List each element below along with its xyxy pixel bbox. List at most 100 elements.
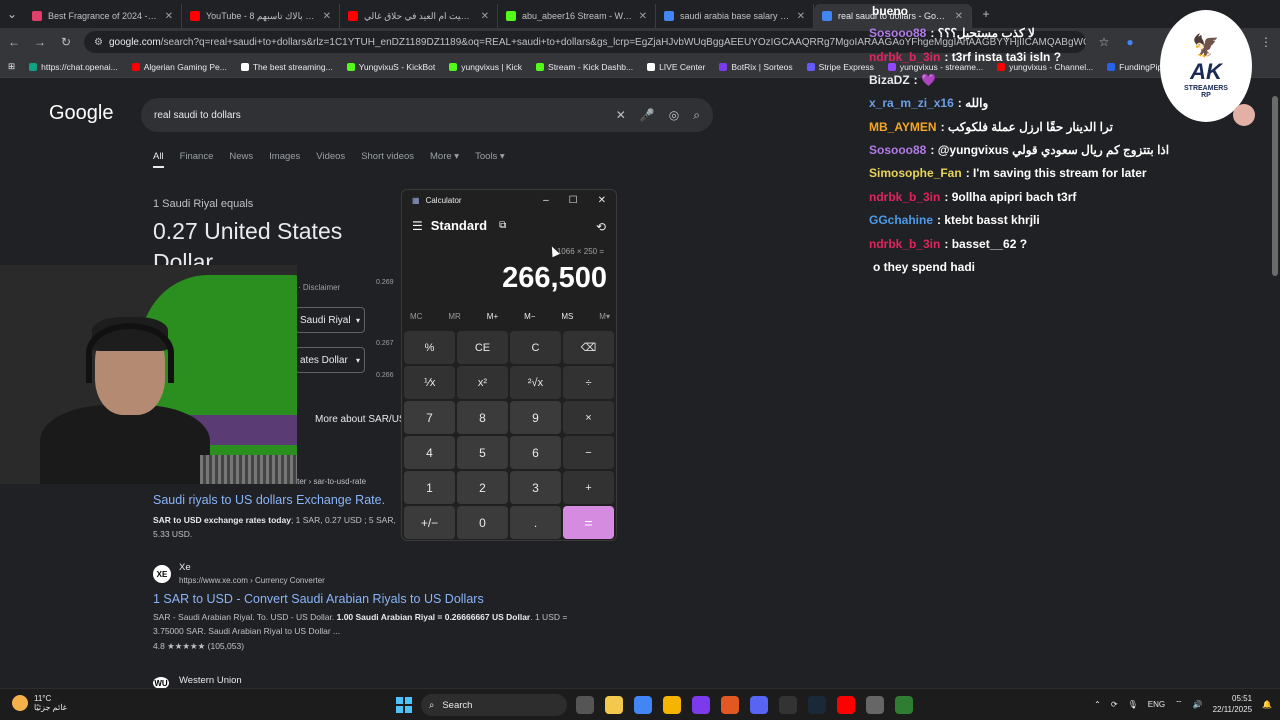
calc-key[interactable]: 8 <box>457 401 508 434</box>
chat-user[interactable]: MB_AYMEN <box>869 120 937 134</box>
youtube-icon[interactable] <box>837 696 855 714</box>
calc-key[interactable]: ÷ <box>563 366 614 399</box>
calc-key[interactable]: +/− <box>404 506 455 539</box>
search-box[interactable]: real saudi to dollars ✕ 🎤 ◎ ⌕ <box>141 98 713 132</box>
google-logo[interactable]: Google <box>49 102 114 125</box>
memory-button[interactable]: MR <box>448 312 460 321</box>
scrollbar-thumb[interactable] <box>1272 96 1278 276</box>
back-icon[interactable]: ← <box>6 35 22 49</box>
memory-button[interactable]: M− <box>524 312 535 321</box>
forward-icon[interactable]: → <box>32 35 48 49</box>
notification-icon[interactable]: 🔔 <box>1262 700 1272 709</box>
minimize-button[interactable]: – <box>543 195 549 206</box>
profile-avatar[interactable] <box>1233 104 1255 126</box>
bookmark-item[interactable]: Stream - Kick Dashb... <box>536 62 633 72</box>
bookmark-item[interactable]: Algerian Gaming Pe... <box>131 62 227 72</box>
currency-to-select[interactable]: ates Dollar ▾ <box>295 347 365 373</box>
discord-icon[interactable] <box>750 696 768 714</box>
search-tab[interactable]: Images <box>269 151 300 168</box>
clear-icon[interactable]: ✕ <box>616 108 626 122</box>
disclaimer-link[interactable]: · Disclaimer <box>298 283 340 292</box>
calc-key[interactable]: 2 <box>457 471 508 504</box>
tab-search-icon[interactable]: ⌄ <box>4 7 20 21</box>
browser-tab[interactable]: قصة جيت ام العيد في حلاق غالي ✕ <box>340 4 498 28</box>
search-tab[interactable]: Videos <box>316 151 345 168</box>
file-explorer-icon[interactable] <box>605 696 623 714</box>
chat-user[interactable]: BizaDZ <box>869 73 910 87</box>
browser-tab[interactable]: Best Fragrance of 2024 - 8th Fr ✕ <box>24 4 182 28</box>
reload-icon[interactable]: ↻ <box>58 35 74 49</box>
wifi-icon[interactable]: ⌔ <box>1175 699 1183 709</box>
calc-key[interactable]: x² <box>457 366 508 399</box>
calc-key[interactable]: 9 <box>510 401 561 434</box>
tab-close-icon[interactable]: ✕ <box>165 11 173 22</box>
history-icon[interactable]: ⟲ <box>596 220 606 234</box>
bookmark-item[interactable]: https://chat.openai... <box>29 62 118 72</box>
browser-tab[interactable]: saudi arabia base salary - Goog ✕ <box>656 4 814 28</box>
calculator-icon[interactable] <box>895 696 913 714</box>
calc-key[interactable]: ⅟x <box>404 366 455 399</box>
currency-from-select[interactable]: Saudi Riyal ▾ <box>295 307 365 333</box>
chat-user[interactable]: Simosophe_Fan <box>869 166 962 180</box>
maximize-button[interactable]: ☐ <box>569 195 578 206</box>
browser-tab[interactable]: abu_abeer16 Stream - Watch L ✕ <box>498 4 656 28</box>
memory-button[interactable]: M▾ <box>599 312 610 321</box>
chat-user[interactable]: x_ra_m_zi_x16 <box>869 96 954 110</box>
close-button[interactable]: ✕ <box>598 195 606 206</box>
calc-key[interactable]: − <box>563 436 614 469</box>
chat-user[interactable]: bueno <box>872 4 908 18</box>
calc-key[interactable]: 5 <box>457 436 508 469</box>
memory-button[interactable]: MS <box>561 312 573 321</box>
calc-key[interactable]: C <box>510 331 561 364</box>
memory-button[interactable]: MC <box>410 312 422 321</box>
search-tab[interactable]: News <box>229 151 253 168</box>
search-tab[interactable]: Tools ▾ <box>475 151 505 168</box>
calc-key[interactable]: CE <box>457 331 508 364</box>
bookmark-item[interactable]: Stripe Express <box>806 62 874 72</box>
tab-close-icon[interactable]: ✕ <box>481 11 489 22</box>
mic-icon[interactable]: 🎙 <box>1128 700 1138 709</box>
network-icon[interactable]: ⟳ <box>1111 700 1118 709</box>
bookmark-item[interactable]: LIVE Center <box>647 62 705 72</box>
folder-icon[interactable] <box>663 696 681 714</box>
obs-icon[interactable] <box>779 696 797 714</box>
search-input[interactable]: real saudi to dollars <box>154 110 602 121</box>
search-icon[interactable]: ⌕ <box>693 108 700 123</box>
calc-key[interactable]: 3 <box>510 471 561 504</box>
volume-icon[interactable]: 🔊 <box>1193 700 1203 709</box>
language-indicator[interactable]: ENG <box>1148 700 1165 709</box>
calc-key[interactable]: × <box>563 401 614 434</box>
start-button[interactable] <box>396 697 412 713</box>
calc-key[interactable]: 7 <box>404 401 455 434</box>
chat-user[interactable]: ndrbk_b_3in <box>869 190 940 204</box>
weather-widget[interactable]: 11°C غائم جزئيًا <box>12 694 67 712</box>
chat-user[interactable]: Sosooo88 <box>869 143 926 157</box>
chevron-up-icon[interactable]: ⌃ <box>1094 700 1101 709</box>
lens-icon[interactable]: ◎ <box>669 108 679 122</box>
result-title[interactable]: 1 SAR to USD - Convert Saudi Arabian Riy… <box>153 592 484 606</box>
calc-key[interactable]: 4 <box>404 436 455 469</box>
calc-key[interactable]: + <box>563 471 614 504</box>
search-tab[interactable]: All <box>153 151 164 168</box>
taskbar-search[interactable]: ⌕ Search <box>421 694 567 716</box>
memory-button[interactable]: M+ <box>487 312 498 321</box>
keep-on-top-icon[interactable]: ⧉ <box>499 220 506 231</box>
mic-icon[interactable]: 🎤 <box>640 108 655 122</box>
hamburger-icon[interactable]: ☰ <box>412 219 423 233</box>
calc-key[interactable]: 1 <box>404 471 455 504</box>
tab-close-icon[interactable]: ✕ <box>797 11 805 22</box>
bookmark-item[interactable]: BotRix | Sorteos <box>719 62 793 72</box>
apps-icon[interactable]: ⊞ <box>8 61 15 72</box>
clock[interactable]: 05:51 22/11/2025 <box>1213 693 1252 715</box>
more-about-link[interactable]: More about SAR/US <box>315 414 406 425</box>
chat-user[interactable]: ndrbk_b_3in <box>869 50 940 64</box>
scrollbar[interactable] <box>1270 82 1280 682</box>
browser-tab[interactable]: YouTube - 8 ثمانية بالاك تاسبهم ✕ <box>182 4 340 28</box>
site-info-icon[interactable]: ⚙ <box>94 37 103 48</box>
chat-user[interactable]: ndrbk_b_3in <box>869 237 940 251</box>
search-tab[interactable]: Short videos <box>361 151 414 168</box>
chat-user[interactable]: GGchahine <box>869 213 933 227</box>
task-view-icon[interactable] <box>576 696 594 714</box>
twitch-icon[interactable] <box>692 696 710 714</box>
bookmark-item[interactable]: The best streaming... <box>240 62 333 72</box>
